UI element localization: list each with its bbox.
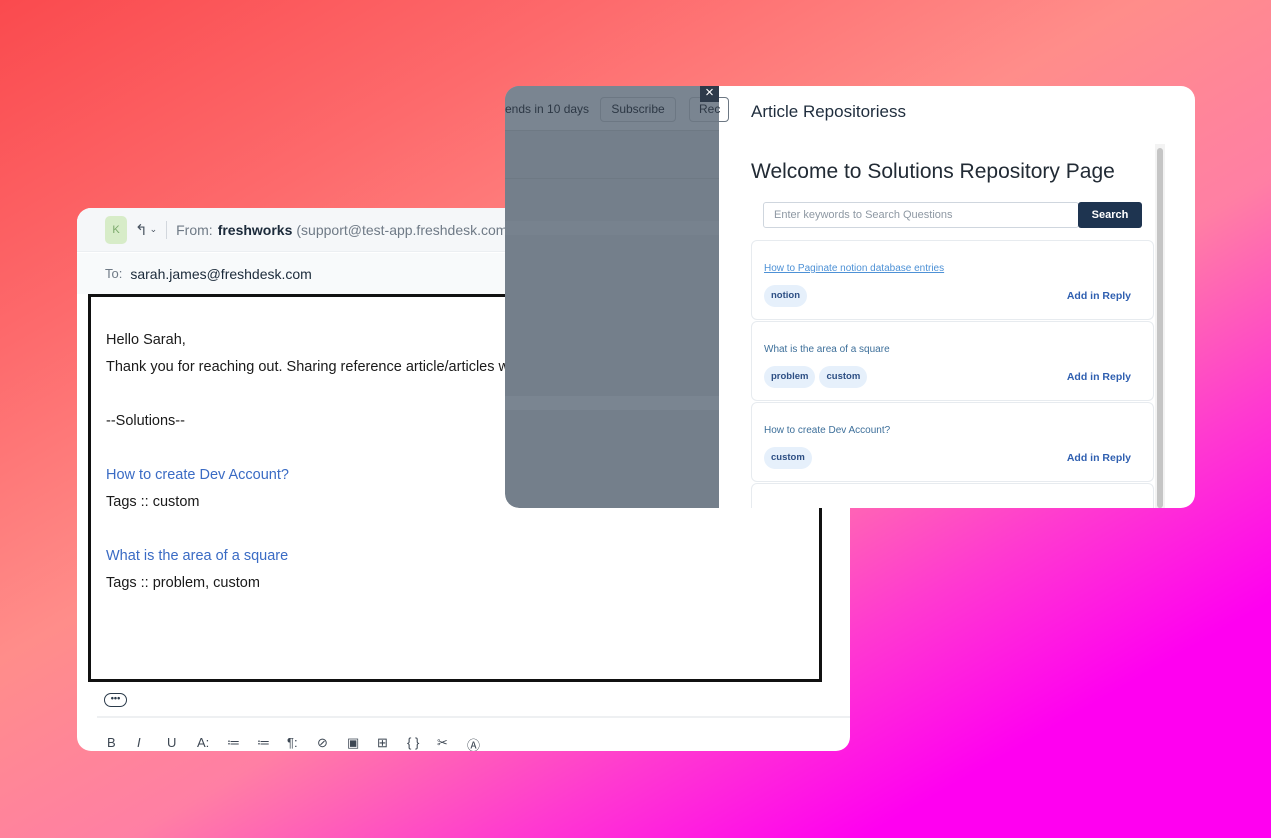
tag-list: custom (764, 447, 812, 469)
trial-banner: ends in 10 days Subscribe Rec (505, 86, 729, 131)
close-icon[interactable]: × (700, 86, 719, 102)
article-card: How to create Dev Account? custom Add in… (751, 402, 1154, 482)
search-button[interactable]: Search (1078, 202, 1142, 228)
numbered-list-icon[interactable]: ≔ (257, 735, 287, 751)
tag-list: problem custom (764, 366, 868, 388)
divider (166, 220, 168, 239)
from-label: From: (176, 221, 213, 238)
italic-icon[interactable]: I (137, 735, 167, 751)
article-card (751, 483, 1154, 508)
from-email: (support@test-app.freshdesk.com) (296, 221, 513, 238)
article-panel: ends in 10 days Subscribe Rec × Article … (505, 86, 1195, 508)
article-title[interactable]: How to Paginate notion database entries (764, 263, 944, 274)
panel-title: Article Repositoriess (751, 102, 906, 121)
divider (97, 716, 850, 718)
tag: notion (764, 285, 808, 307)
code-icon[interactable]: { } (407, 735, 437, 751)
article-tags: Tags :: problem, custom (106, 575, 260, 591)
more-options-button[interactable]: ••• (104, 693, 127, 707)
from-name[interactable]: freshworks (218, 222, 293, 238)
bold-icon[interactable]: B (107, 735, 137, 751)
reply-icon[interactable]: ↰ (135, 221, 148, 239)
add-in-reply-button[interactable]: Add in Reply (1067, 290, 1131, 302)
chevron-down-icon[interactable]: ⌄ (150, 224, 158, 235)
table-icon[interactable]: ⊞ (377, 735, 407, 751)
tag: custom (819, 366, 868, 388)
link-icon[interactable]: ⊘ (317, 735, 347, 751)
add-in-reply-button[interactable]: Add in Reply (1067, 452, 1131, 464)
panel-content: Welcome to Solutions Repository Page Ent… (751, 144, 1165, 508)
font-size-icon[interactable]: A: (197, 735, 227, 751)
bullet-list-icon[interactable]: ≔ (227, 735, 257, 751)
paragraph-icon[interactable]: ¶: (287, 735, 317, 751)
trial-text: ends in 10 days (505, 102, 590, 116)
modal-backdrop[interactable]: ends in 10 days Subscribe Rec (505, 86, 729, 508)
search-input[interactable]: Enter keywords to Search Questions (763, 202, 1079, 228)
to-email[interactable]: sarah.james@freshdesk.com (130, 266, 312, 282)
text-style-icon[interactable]: Ⓐ (467, 735, 497, 751)
article-link[interactable]: What is the area of a square (106, 543, 819, 570)
clear-format-icon[interactable]: ✂ (437, 735, 467, 751)
article-card: What is the area of a square problem cus… (751, 321, 1154, 401)
article-card: How to Paginate notion database entries … (751, 240, 1154, 320)
page-title: Welcome to Solutions Repository Page (751, 160, 1115, 183)
scrollbar-thumb[interactable] (1157, 148, 1163, 508)
to-label: To: (105, 266, 123, 281)
add-in-reply-button[interactable]: Add in Reply (1067, 371, 1131, 383)
tag: problem (764, 366, 816, 388)
tag-list: notion (764, 285, 808, 307)
avatar[interactable]: K (105, 215, 127, 244)
subscribe-button[interactable]: Subscribe (600, 97, 676, 122)
article-title[interactable]: How to create Dev Account? (764, 425, 890, 436)
image-icon[interactable]: ▣ (347, 735, 377, 751)
article-title[interactable]: What is the area of a square (764, 344, 890, 355)
underline-icon[interactable]: U (167, 735, 197, 751)
format-toolbar: B I U A: ≔ ≔ ¶: ⊘ ▣ ⊞ { } ✂ Ⓐ (107, 735, 497, 751)
tag: custom (764, 447, 812, 469)
